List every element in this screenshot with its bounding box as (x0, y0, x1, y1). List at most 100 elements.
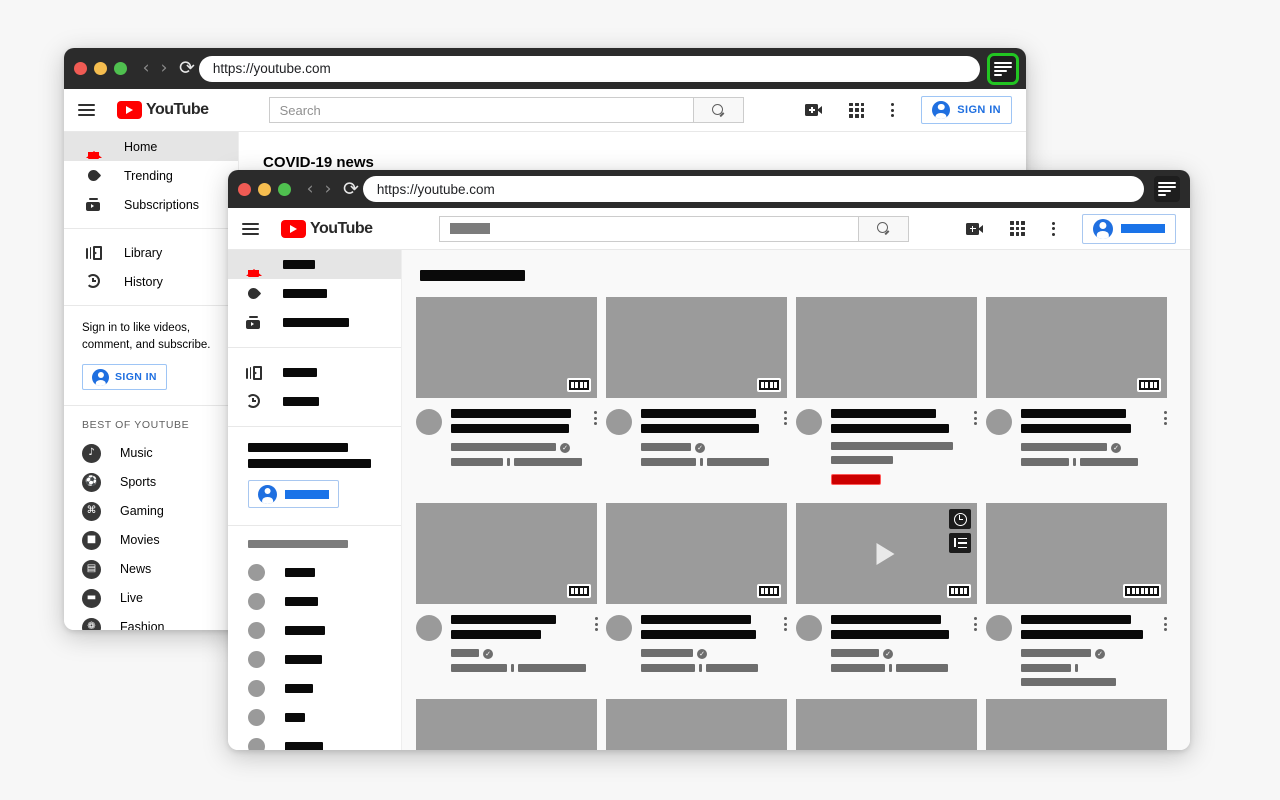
channel-avatar[interactable] (606, 615, 632, 641)
sign-in-button[interactable] (1082, 213, 1176, 244)
video-thumbnail[interactable] (796, 503, 977, 604)
video-card[interactable] (606, 699, 787, 750)
back-address-bar[interactable]: https://youtube.com (198, 55, 980, 82)
maximize-window-button[interactable] (278, 182, 291, 196)
reload-icon[interactable]: ⟳ (179, 59, 195, 78)
maximize-window-button[interactable] (114, 62, 127, 75)
channel-avatar[interactable] (986, 615, 1012, 641)
channel-avatar[interactable] (986, 409, 1012, 435)
video-options-menu-icon[interactable] (784, 617, 787, 672)
video-card[interactable]: ✓ (606, 503, 787, 686)
search-input[interactable] (438, 215, 859, 242)
hamburger-icon[interactable] (78, 104, 95, 116)
video-card[interactable]: ✓ (416, 503, 598, 686)
video-thumbnail[interactable] (986, 297, 1167, 398)
video-camera-icon[interactable] (805, 104, 823, 116)
search-input[interactable]: Search (268, 97, 694, 123)
sidebar-item-news[interactable]: ▤ News (64, 555, 238, 584)
video-card[interactable] (796, 297, 977, 490)
video-options-menu-icon[interactable] (784, 411, 787, 466)
sidebar-sign-in-button[interactable]: SIGN IN (82, 364, 167, 391)
video-thumbnail[interactable] (606, 503, 787, 604)
reader-menu-icon[interactable] (1154, 176, 1180, 202)
video-thumbnail[interactable] (796, 297, 977, 398)
video-thumbnail[interactable] (606, 699, 787, 750)
video-card[interactable]: ✓ (796, 503, 977, 686)
minimize-window-button[interactable] (258, 182, 271, 196)
video-options-menu-icon[interactable] (974, 411, 977, 490)
sign-in-button[interactable]: SIGN IN (921, 96, 1012, 124)
front-traffic-lights[interactable] (238, 182, 291, 196)
list-item[interactable] (248, 616, 401, 645)
video-card[interactable]: ✓ (416, 297, 597, 490)
list-item[interactable] (248, 703, 401, 732)
close-window-button[interactable] (238, 182, 251, 196)
video-card[interactable]: ✓ (986, 503, 1167, 686)
sidebar-item-sports[interactable]: ⚽ Sports (64, 468, 238, 497)
video-thumbnail[interactable] (416, 503, 597, 604)
video-card[interactable] (416, 699, 597, 750)
sidebar-item-subscriptions[interactable]: Subscriptions (64, 190, 238, 219)
sidebar-item-live[interactable]: ▬ Live (64, 584, 238, 613)
front-sidebar[interactable] (228, 250, 402, 750)
list-item[interactable] (248, 674, 401, 703)
video-camera-icon[interactable] (966, 222, 983, 235)
search-button[interactable] (858, 215, 909, 242)
channel-avatar[interactable] (416, 615, 442, 641)
youtube-logo[interactable]: YouTube (281, 219, 373, 238)
sidebar-sign-in-button[interactable] (248, 480, 339, 508)
sidebar-item-library[interactable] (228, 358, 401, 387)
video-card[interactable]: ✓ (606, 297, 787, 490)
add-to-queue-icon[interactable] (949, 533, 971, 553)
front-address-bar[interactable]: https://youtube.com (362, 176, 1144, 202)
video-card[interactable] (796, 699, 977, 750)
apps-grid-icon[interactable] (1010, 221, 1025, 236)
kebab-menu-icon[interactable] (1052, 221, 1055, 236)
apps-grid-icon[interactable] (849, 102, 865, 118)
video-options-menu-icon[interactable] (974, 617, 977, 672)
forward-navigation-icon[interactable]: › (155, 60, 173, 77)
sidebar-item-movies[interactable]: ■ Movies (64, 526, 238, 555)
back-traffic-lights[interactable] (74, 62, 127, 75)
video-thumbnail[interactable] (606, 297, 787, 398)
hamburger-icon[interactable] (242, 222, 259, 235)
video-card[interactable]: ✓ (986, 297, 1167, 490)
video-options-menu-icon[interactable] (1164, 617, 1167, 686)
sidebar-category-list[interactable]: ♪ Music ⚽ Sports ⌘ Gaming ■ Movies ▤ New… (64, 439, 238, 630)
sidebar-item-gaming[interactable]: ⌘ Gaming (64, 497, 238, 526)
video-thumbnail[interactable] (986, 699, 1167, 750)
watch-later-icon[interactable] (949, 509, 971, 529)
front-content-area[interactable]: ✓ ✓ ✓ ✓ ✓ ✓ ✓ (402, 250, 1190, 750)
channel-avatar[interactable] (416, 409, 442, 435)
video-options-menu-icon[interactable] (595, 617, 598, 672)
sidebar-item-music[interactable]: ♪ Music (64, 439, 238, 468)
search-button[interactable] (693, 97, 744, 123)
list-item[interactable] (248, 587, 401, 616)
subscription-list[interactable] (228, 548, 401, 750)
video-options-menu-icon[interactable] (1164, 411, 1167, 466)
channel-avatar[interactable] (796, 615, 822, 641)
forward-navigation-icon[interactable]: › (319, 180, 337, 198)
sidebar-item-trending[interactable] (228, 279, 401, 308)
list-item[interactable] (248, 645, 401, 674)
video-thumbnail[interactable] (416, 297, 597, 398)
minimize-window-button[interactable] (94, 62, 107, 75)
video-thumbnail[interactable] (416, 699, 597, 750)
sidebar-item-trending[interactable]: Trending (64, 161, 238, 190)
list-item[interactable] (248, 558, 401, 587)
foreground-browser-window[interactable]: ‹ › ⟳ https://youtube.com YouTube ✓ ✓ ✓ … (228, 170, 1190, 750)
back-navigation-icon[interactable]: ‹ (301, 180, 319, 198)
video-thumbnail[interactable] (986, 503, 1167, 604)
sidebar-item-home[interactable] (228, 250, 401, 279)
video-card[interactable] (986, 699, 1167, 750)
sidebar-item-subscriptions[interactable] (228, 308, 401, 337)
youtube-logo[interactable]: YouTube (117, 101, 209, 119)
reader-menu-icon[interactable] (987, 52, 1019, 85)
kebab-menu-icon[interactable] (891, 103, 895, 117)
reload-icon[interactable]: ⟳ (343, 180, 359, 199)
sidebar-item-library[interactable]: Library (64, 238, 238, 267)
play-icon[interactable] (876, 542, 897, 565)
video-options-menu-icon[interactable] (594, 411, 597, 466)
close-window-button[interactable] (74, 62, 87, 75)
back-navigation-icon[interactable]: ‹ (137, 60, 155, 77)
